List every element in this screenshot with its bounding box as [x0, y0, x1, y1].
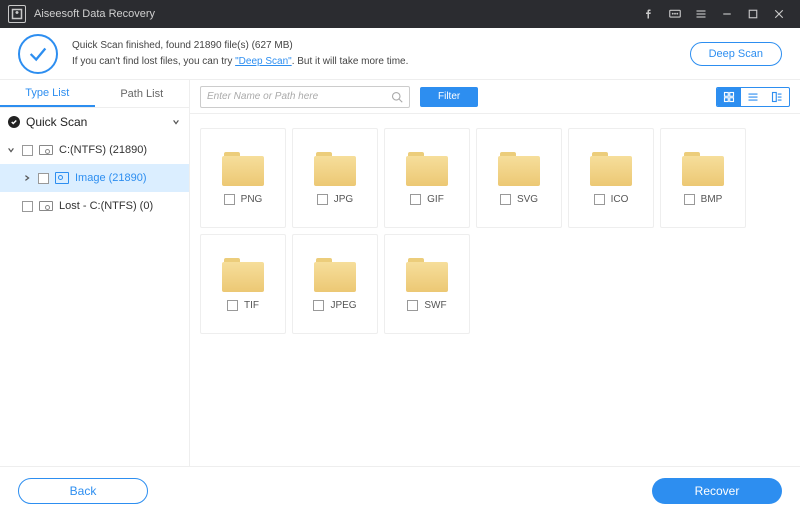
status-file-count: 21890: [194, 40, 222, 51]
sidebar: Type List Path List Quick Scan C:(NTFS) …: [0, 80, 190, 466]
titlebar: Aiseesoft Data Recovery: [0, 0, 800, 28]
recover-button[interactable]: Recover: [652, 478, 782, 504]
folder-item[interactable]: PNG: [200, 128, 286, 228]
checkbox[interactable]: [22, 201, 33, 212]
node-image[interactable]: Image (21890): [0, 164, 189, 192]
drive-icon: [39, 201, 53, 211]
image-label: Image (21890): [75, 172, 147, 184]
folder-label: TIF: [244, 300, 259, 311]
checkbox[interactable]: [410, 194, 421, 205]
status-line2-pre: If you can't find lost files, you can tr…: [72, 56, 235, 67]
feedback-icon[interactable]: [662, 4, 688, 24]
folder-item[interactable]: JPG: [292, 128, 378, 228]
quick-scan-label: Quick Scan: [26, 115, 165, 129]
folder-label: PNG: [241, 194, 263, 205]
status-size: 627 MB: [255, 40, 289, 51]
node-quick-scan[interactable]: Quick Scan: [0, 108, 189, 136]
checkbox[interactable]: [227, 300, 238, 311]
checkbox[interactable]: [313, 300, 324, 311]
folder-icon: [406, 152, 448, 186]
checkbox[interactable]: [407, 300, 418, 311]
view-grid-button[interactable]: [717, 88, 741, 106]
tree: Quick Scan C:(NTFS) (21890) Image (21890…: [0, 108, 189, 466]
checkbox[interactable]: [684, 194, 695, 205]
back-button[interactable]: Back: [18, 478, 148, 504]
folder-icon: [590, 152, 632, 186]
checkbox[interactable]: [500, 194, 511, 205]
chevron-down-icon: [171, 118, 181, 126]
status-line2-post: . But it will take more time.: [292, 56, 409, 67]
folder-icon: [222, 152, 264, 186]
status-line1-mid: file(s) (: [222, 40, 255, 51]
app-window: Aiseesoft Data Recovery Quick Scan finis…: [0, 0, 800, 514]
footer: Back Recover: [0, 466, 800, 514]
maximize-button[interactable]: [740, 4, 766, 24]
view-toggle: [716, 87, 790, 107]
drive-icon: [39, 145, 53, 155]
minimize-button[interactable]: [714, 4, 740, 24]
folder-label: GIF: [427, 194, 444, 205]
chevron-down-icon: [6, 146, 16, 154]
folder-item[interactable]: GIF: [384, 128, 470, 228]
folder-label: JPG: [334, 194, 353, 205]
node-drive-c[interactable]: C:(NTFS) (21890): [0, 136, 189, 164]
filter-button[interactable]: Filter: [420, 87, 478, 107]
folder-item[interactable]: SWF: [384, 234, 470, 334]
folder-icon: [314, 152, 356, 186]
image-icon: [55, 172, 69, 184]
facebook-icon[interactable]: [636, 4, 662, 24]
tab-type-list[interactable]: Type List: [0, 80, 95, 107]
main-panel: Enter Name or Path here Filter PNG JPG GIF…: [190, 80, 800, 466]
app-title: Aiseesoft Data Recovery: [34, 8, 636, 20]
view-list-button[interactable]: [741, 88, 765, 106]
folder-item[interactable]: SVG: [476, 128, 562, 228]
chevron-right-icon: [22, 174, 32, 182]
close-button[interactable]: [766, 4, 792, 24]
checkbox[interactable]: [22, 145, 33, 156]
folder-item[interactable]: JPEG: [292, 234, 378, 334]
deep-scan-link[interactable]: "Deep Scan": [235, 56, 292, 67]
folder-icon: [222, 258, 264, 292]
status-line1-pre: Quick Scan finished, found: [72, 40, 194, 51]
folder-icon: [406, 258, 448, 292]
app-logo-icon: [8, 5, 26, 23]
body: Type List Path List Quick Scan C:(NTFS) …: [0, 80, 800, 466]
view-detail-button[interactable]: [765, 88, 789, 106]
toolbar: Enter Name or Path here Filter: [190, 80, 800, 114]
search-placeholder: Enter Name or Path here: [207, 91, 391, 102]
search-icon: [391, 91, 403, 103]
folder-item[interactable]: ICO: [568, 128, 654, 228]
bullet-icon: [8, 116, 20, 128]
checkbox[interactable]: [224, 194, 235, 205]
folder-label: JPEG: [330, 300, 356, 311]
folder-item[interactable]: TIF: [200, 234, 286, 334]
search-input[interactable]: Enter Name or Path here: [200, 86, 410, 108]
status-bar: Quick Scan finished, found 21890 file(s)…: [0, 28, 800, 80]
folder-label: SVG: [517, 194, 538, 205]
drive-lost-label: Lost - C:(NTFS) (0): [59, 200, 153, 212]
drive-c-label: C:(NTFS) (21890): [59, 144, 147, 156]
sidebar-tabs: Type List Path List: [0, 80, 189, 108]
menu-icon[interactable]: [688, 4, 714, 24]
folder-label: SWF: [424, 300, 446, 311]
folder-grid: PNG JPG GIF SVG ICO BMP TIF JPEG SWF: [190, 114, 800, 466]
folder-label: BMP: [701, 194, 723, 205]
folder-icon: [498, 152, 540, 186]
status-text: Quick Scan finished, found 21890 file(s)…: [72, 38, 676, 70]
checkbox[interactable]: [594, 194, 605, 205]
folder-label: ICO: [611, 194, 629, 205]
folder-icon: [682, 152, 724, 186]
checkbox[interactable]: [38, 173, 49, 184]
deep-scan-button[interactable]: Deep Scan: [690, 42, 782, 66]
checkbox[interactable]: [317, 194, 328, 205]
status-line1-post: ): [289, 40, 292, 51]
node-drive-lost[interactable]: Lost - C:(NTFS) (0): [0, 192, 189, 220]
folder-icon: [314, 258, 356, 292]
success-check-icon: [18, 34, 58, 74]
folder-item[interactable]: BMP: [660, 128, 746, 228]
tab-path-list[interactable]: Path List: [95, 80, 190, 107]
